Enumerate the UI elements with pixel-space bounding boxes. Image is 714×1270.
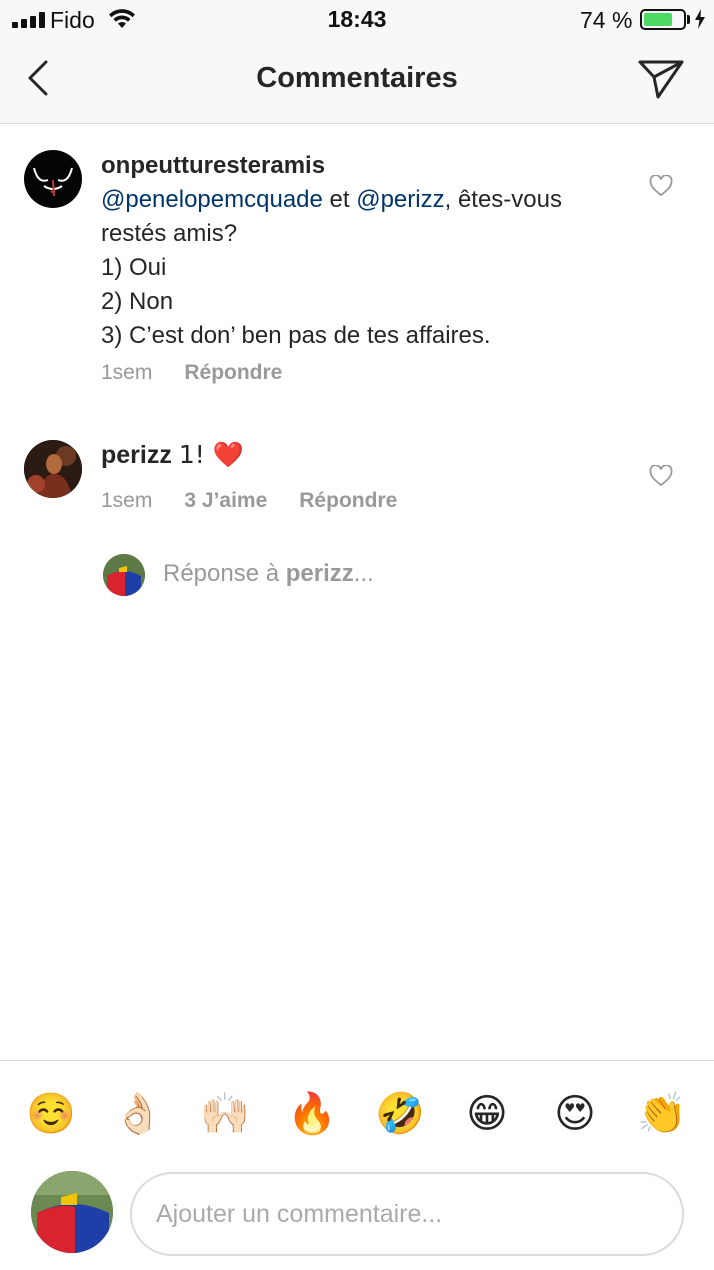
header-bar: Commentaires — [0, 40, 714, 124]
reply-prompt[interactable]: Réponse à perizz... — [163, 560, 374, 588]
emoji-fire-button[interactable]: 🔥 — [287, 1089, 337, 1139]
emoji-smiling-button[interactable]: ☺️ — [26, 1089, 76, 1139]
avatar[interactable] — [24, 440, 82, 498]
heart-outline-icon — [649, 175, 673, 197]
paper-plane-icon — [638, 60, 684, 99]
comment-text: onpeutturesteramis @penelopemcquade et @… — [101, 149, 621, 353]
comment-text-content: 1! ❤️ — [178, 440, 244, 469]
reply-button[interactable]: Répondre — [299, 489, 397, 513]
emoji-clapping-button[interactable]: 👏 — [637, 1089, 687, 1139]
comment-composer — [0, 1166, 714, 1270]
emoji-quick-bar: ☺️ 👌🏻 🙌🏻 🔥 🤣 😁 😍 👏 — [0, 1060, 714, 1166]
profile-picture — [103, 554, 145, 596]
avatar — [31, 1171, 113, 1253]
battery-percentage: 74 % — [580, 7, 633, 33]
comment-meta: 1sem Répondre — [101, 361, 282, 385]
emoji-ok-hand-button[interactable]: 👌🏻 — [113, 1089, 163, 1139]
comment-text: perizz 1! ❤️ — [101, 438, 621, 472]
profile-picture — [31, 1171, 113, 1253]
like-button[interactable] — [646, 462, 676, 490]
comment-input[interactable] — [130, 1172, 684, 1256]
comment-line: 1) Oui — [101, 254, 167, 281]
comment-item: onpeutturesteramis @penelopemcquade et @… — [0, 124, 714, 404]
mention-link[interactable]: @penelopemcquade — [101, 186, 323, 213]
comment-timestamp: 1sem — [101, 361, 153, 384]
share-button[interactable] — [634, 54, 688, 104]
comment-line: 2) Non — [101, 288, 174, 315]
reply-button[interactable]: Répondre — [184, 361, 282, 385]
comment-connector: et — [322, 186, 357, 213]
profile-picture — [24, 440, 82, 498]
charging-bolt-icon — [695, 9, 705, 29]
emoji-grin-button[interactable]: 😁 — [462, 1089, 512, 1139]
avatar[interactable] — [24, 150, 82, 208]
reply-prompt-user: perizz — [285, 560, 354, 587]
profile-picture — [33, 167, 73, 197]
emoji-raised-hands-button[interactable]: 🙌🏻 — [200, 1089, 250, 1139]
reply-composer[interactable]: Réponse à perizz... — [103, 552, 603, 598]
comment-item: perizz 1! ❤️ 1sem 3 J’aime Répondre — [0, 420, 714, 530]
comment-meta: 1sem 3 J’aime Répondre — [101, 489, 397, 513]
battery-icon — [640, 9, 686, 30]
emoji-heart-eyes-button[interactable]: 😍 — [550, 1089, 600, 1139]
likes-count[interactable]: 3 J’aime — [184, 489, 267, 513]
avatar — [103, 554, 145, 596]
comment-username[interactable]: perizz — [101, 441, 172, 469]
mention-link[interactable]: @perizz — [356, 186, 444, 213]
comment-timestamp: 1sem — [101, 489, 153, 512]
page-title: Commentaires — [256, 62, 458, 94]
heart-outline-icon — [649, 465, 673, 487]
reply-prompt-prefix: Réponse à — [163, 560, 286, 587]
battery-level-fill — [644, 13, 672, 26]
comment-username[interactable]: onpeutturesteramis — [101, 152, 325, 179]
battery-tip — [687, 15, 690, 24]
emoji-rofl-button[interactable]: 🤣 — [375, 1089, 425, 1139]
like-button[interactable] — [646, 172, 676, 200]
comment-line: 3) C’est don’ ben pas de tes affaires. — [101, 322, 491, 349]
status-bar: Fido 18:43 74 % — [0, 0, 714, 40]
reply-prompt-suffix: ... — [353, 560, 374, 587]
